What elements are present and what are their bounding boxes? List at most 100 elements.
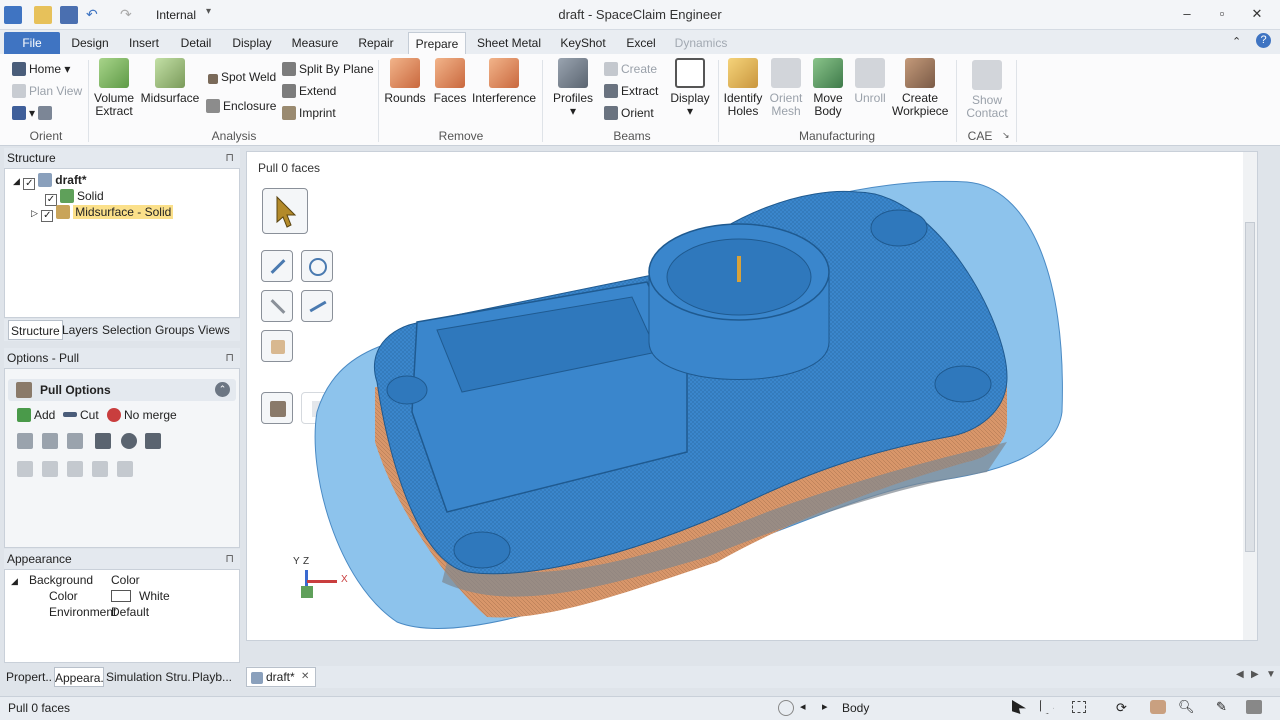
- orient-view-button[interactable]: ▾: [12, 104, 55, 122]
- pull-option-3-icon[interactable]: [67, 433, 83, 449]
- plan-view-button[interactable]: Plan View: [12, 82, 82, 100]
- pull-option-11-icon[interactable]: [117, 461, 133, 477]
- spin-icon[interactable]: ⟳: [1116, 700, 1127, 716]
- scrollbar-thumb[interactable]: [1245, 222, 1255, 552]
- tree-item-midsurface[interactable]: ▷ ✓ Midsurface - Solid: [31, 204, 174, 222]
- tab-repair[interactable]: Repair: [352, 32, 400, 54]
- extend-button[interactable]: Extend: [282, 82, 336, 100]
- sketch-icon[interactable]: ✎: [1216, 699, 1227, 715]
- visibility-checkbox[interactable]: ✓: [23, 178, 36, 190]
- vertical-scrollbar[interactable]: [1243, 152, 1257, 640]
- cut-option[interactable]: Cut: [63, 406, 99, 424]
- enclosure-button[interactable]: Enclosure: [206, 97, 276, 115]
- pull-handle-arrow[interactable]: [737, 256, 741, 282]
- volume-extract-button[interactable]: Volume Extract: [92, 58, 136, 118]
- property-row-environment[interactable]: Environment Default: [11, 604, 237, 620]
- tab-views[interactable]: Views: [198, 320, 230, 340]
- mounting-hole[interactable]: [870, 209, 928, 247]
- property-row-color[interactable]: Color White: [11, 588, 237, 604]
- dialog-launcher-icon[interactable]: ↘: [1002, 130, 1010, 141]
- pull-option-6-icon[interactable]: [145, 433, 161, 449]
- tab-sheet-metal[interactable]: Sheet Metal: [474, 32, 544, 54]
- tab-file[interactable]: File: [4, 32, 60, 54]
- tab-structure[interactable]: Structure: [8, 320, 63, 340]
- tab-detail[interactable]: Detail: [174, 32, 218, 54]
- profiles-button[interactable]: Profiles ▾: [550, 58, 596, 118]
- help-icon[interactable]: ?: [1256, 33, 1271, 48]
- scroll-left-icon[interactable]: ◀: [1236, 669, 1244, 680]
- pan-icon[interactable]: [1150, 700, 1166, 714]
- 3d-viewport[interactable]: Pull 0 faces Y Z X: [246, 151, 1258, 641]
- close-tab-icon[interactable]: ✕: [301, 668, 309, 686]
- midsurface-button[interactable]: Midsurface: [140, 58, 200, 105]
- pull-option-9-icon[interactable]: [67, 461, 83, 477]
- tree-item-solid[interactable]: ✓ Solid: [45, 188, 104, 206]
- imprint-button[interactable]: Imprint: [282, 104, 336, 122]
- tab-appearance[interactable]: Appeara...: [54, 667, 104, 687]
- pin-icon[interactable]: ⊓: [225, 348, 234, 368]
- collapse-icon[interactable]: ⌃: [215, 382, 230, 397]
- selection-type[interactable]: Body: [842, 701, 869, 715]
- expand-icon[interactable]: ◢: [13, 176, 20, 186]
- document-tab-draft[interactable]: draft* ✕: [246, 667, 316, 687]
- tab-prepare[interactable]: Prepare: [408, 32, 466, 54]
- pull-option-7-icon[interactable]: [17, 461, 33, 477]
- tab-groups[interactable]: Groups: [155, 320, 194, 340]
- close-button[interactable]: ✕: [1246, 4, 1268, 24]
- tab-excel[interactable]: Excel: [620, 32, 662, 54]
- expand-icon[interactable]: ◢: [11, 576, 18, 586]
- tab-dynamics[interactable]: Dynamics: [670, 32, 732, 54]
- no-merge-option[interactable]: No merge: [107, 406, 177, 424]
- pull-option-2-icon[interactable]: [42, 433, 58, 449]
- pull-option-10-icon[interactable]: [92, 461, 108, 477]
- scroll-right-icon[interactable]: ▶: [1251, 669, 1259, 680]
- split-by-plane-button[interactable]: Split By Plane: [282, 60, 374, 78]
- minimize-button[interactable]: –: [1176, 4, 1198, 24]
- collapse-ribbon-icon[interactable]: ⌃: [1232, 35, 1241, 48]
- mounting-hole[interactable]: [453, 531, 511, 569]
- tab-selection[interactable]: Selection: [102, 320, 151, 340]
- tab-properties[interactable]: Propert...: [6, 667, 52, 687]
- select-alt-icon[interactable]: [1040, 700, 1054, 714]
- add-option[interactable]: Add: [17, 406, 55, 424]
- tab-measure[interactable]: Measure: [286, 32, 344, 54]
- move-body-button[interactable]: Move Body: [808, 58, 848, 118]
- identify-holes-button[interactable]: Identify Holes: [722, 58, 764, 118]
- zoom-icon[interactable]: 🔍︎: [1178, 699, 1195, 715]
- display-mode-icon[interactable]: [1246, 700, 1262, 714]
- tab-layers[interactable]: Layers: [62, 320, 98, 340]
- tab-menu-icon[interactable]: ▼: [1266, 669, 1276, 680]
- visibility-checkbox[interactable]: ✓: [41, 210, 54, 222]
- extract-beam-button[interactable]: Extract: [604, 82, 658, 100]
- pull-option-1-icon[interactable]: [17, 433, 33, 449]
- mounting-hole[interactable]: [386, 375, 428, 405]
- tree-item-draft[interactable]: ◢ ✓ draft*: [13, 172, 87, 190]
- box-select-icon[interactable]: [1072, 701, 1086, 713]
- property-row-background[interactable]: ◢ Background Color: [11, 572, 237, 588]
- faces-button[interactable]: Faces: [430, 58, 470, 105]
- tab-keyshot[interactable]: KeyShot: [552, 32, 614, 54]
- pull-option-4-icon[interactable]: [95, 433, 111, 449]
- pin-icon[interactable]: ⊓: [225, 148, 234, 168]
- previous-icon[interactable]: ◂: [800, 700, 806, 713]
- mounting-hole[interactable]: [934, 365, 992, 403]
- orient-beam-button[interactable]: Orient: [604, 104, 654, 122]
- pull-options-header[interactable]: Pull Options ⌃: [8, 379, 236, 401]
- expand-icon[interactable]: ▷: [31, 208, 38, 218]
- create-beam-button[interactable]: Create: [604, 60, 657, 78]
- status-circle-icon[interactable]: [778, 700, 794, 716]
- create-workpiece-button[interactable]: Create Workpiece: [892, 58, 948, 118]
- beam-display-button[interactable]: Display ▾: [668, 58, 712, 118]
- color-swatch[interactable]: [111, 590, 131, 602]
- home-button[interactable]: Home ▾: [12, 60, 70, 78]
- pin-icon[interactable]: ⊓: [225, 549, 234, 569]
- show-contact-button[interactable]: Show Contact: [962, 60, 1012, 120]
- tab-playback[interactable]: Playb...: [192, 667, 236, 687]
- pull-option-5-icon[interactable]: [121, 433, 137, 449]
- maximize-button[interactable]: ▫: [1211, 4, 1233, 24]
- unroll-button[interactable]: Unroll: [850, 58, 890, 105]
- select-mode-icon[interactable]: [1012, 700, 1026, 714]
- tab-design[interactable]: Design: [66, 32, 114, 54]
- tab-simulation-structure[interactable]: Simulation Stru...: [106, 667, 192, 687]
- rounds-button[interactable]: Rounds: [384, 58, 426, 105]
